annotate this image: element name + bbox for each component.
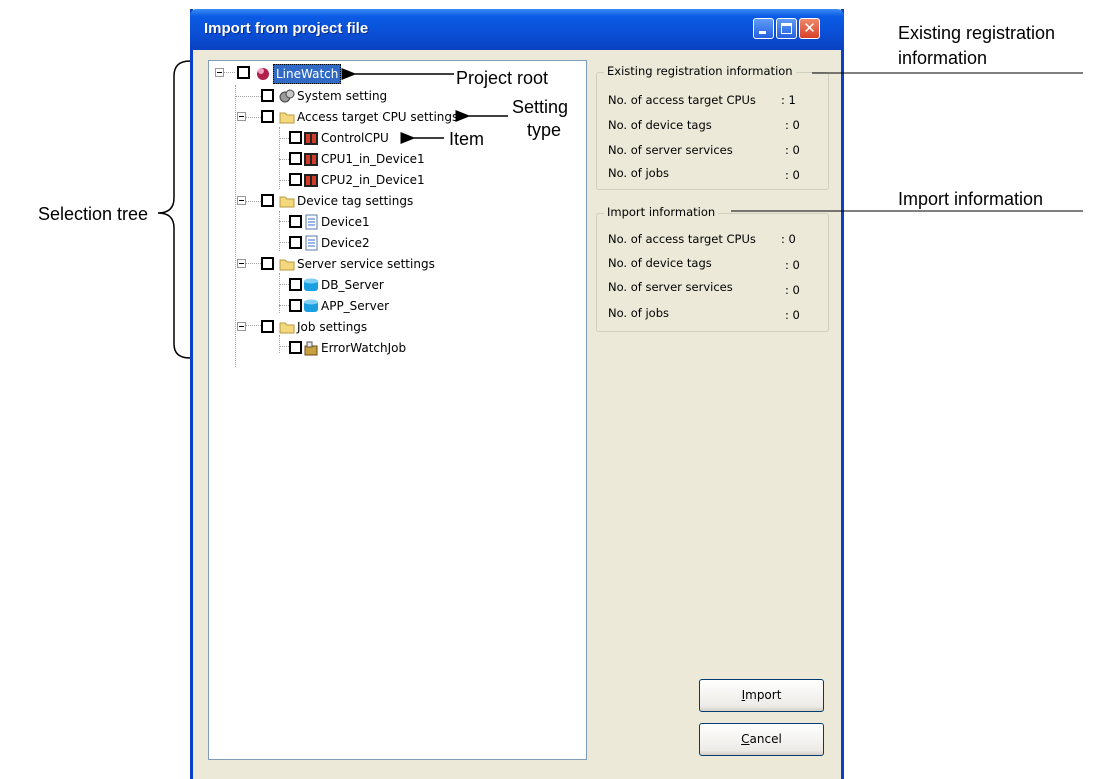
callout-existing-2: information <box>898 48 988 68</box>
callout-project-root: Project root <box>456 68 549 88</box>
callout-setting-type-2: type <box>527 120 562 140</box>
callout-item: Item <box>449 129 485 149</box>
callout-selection-tree: Selection tree <box>38 204 149 224</box>
callout-existing-1: Existing registration <box>898 23 1056 43</box>
callout-setting-type-1: Setting <box>512 97 569 117</box>
callout-import-info: Import information <box>898 189 1044 209</box>
